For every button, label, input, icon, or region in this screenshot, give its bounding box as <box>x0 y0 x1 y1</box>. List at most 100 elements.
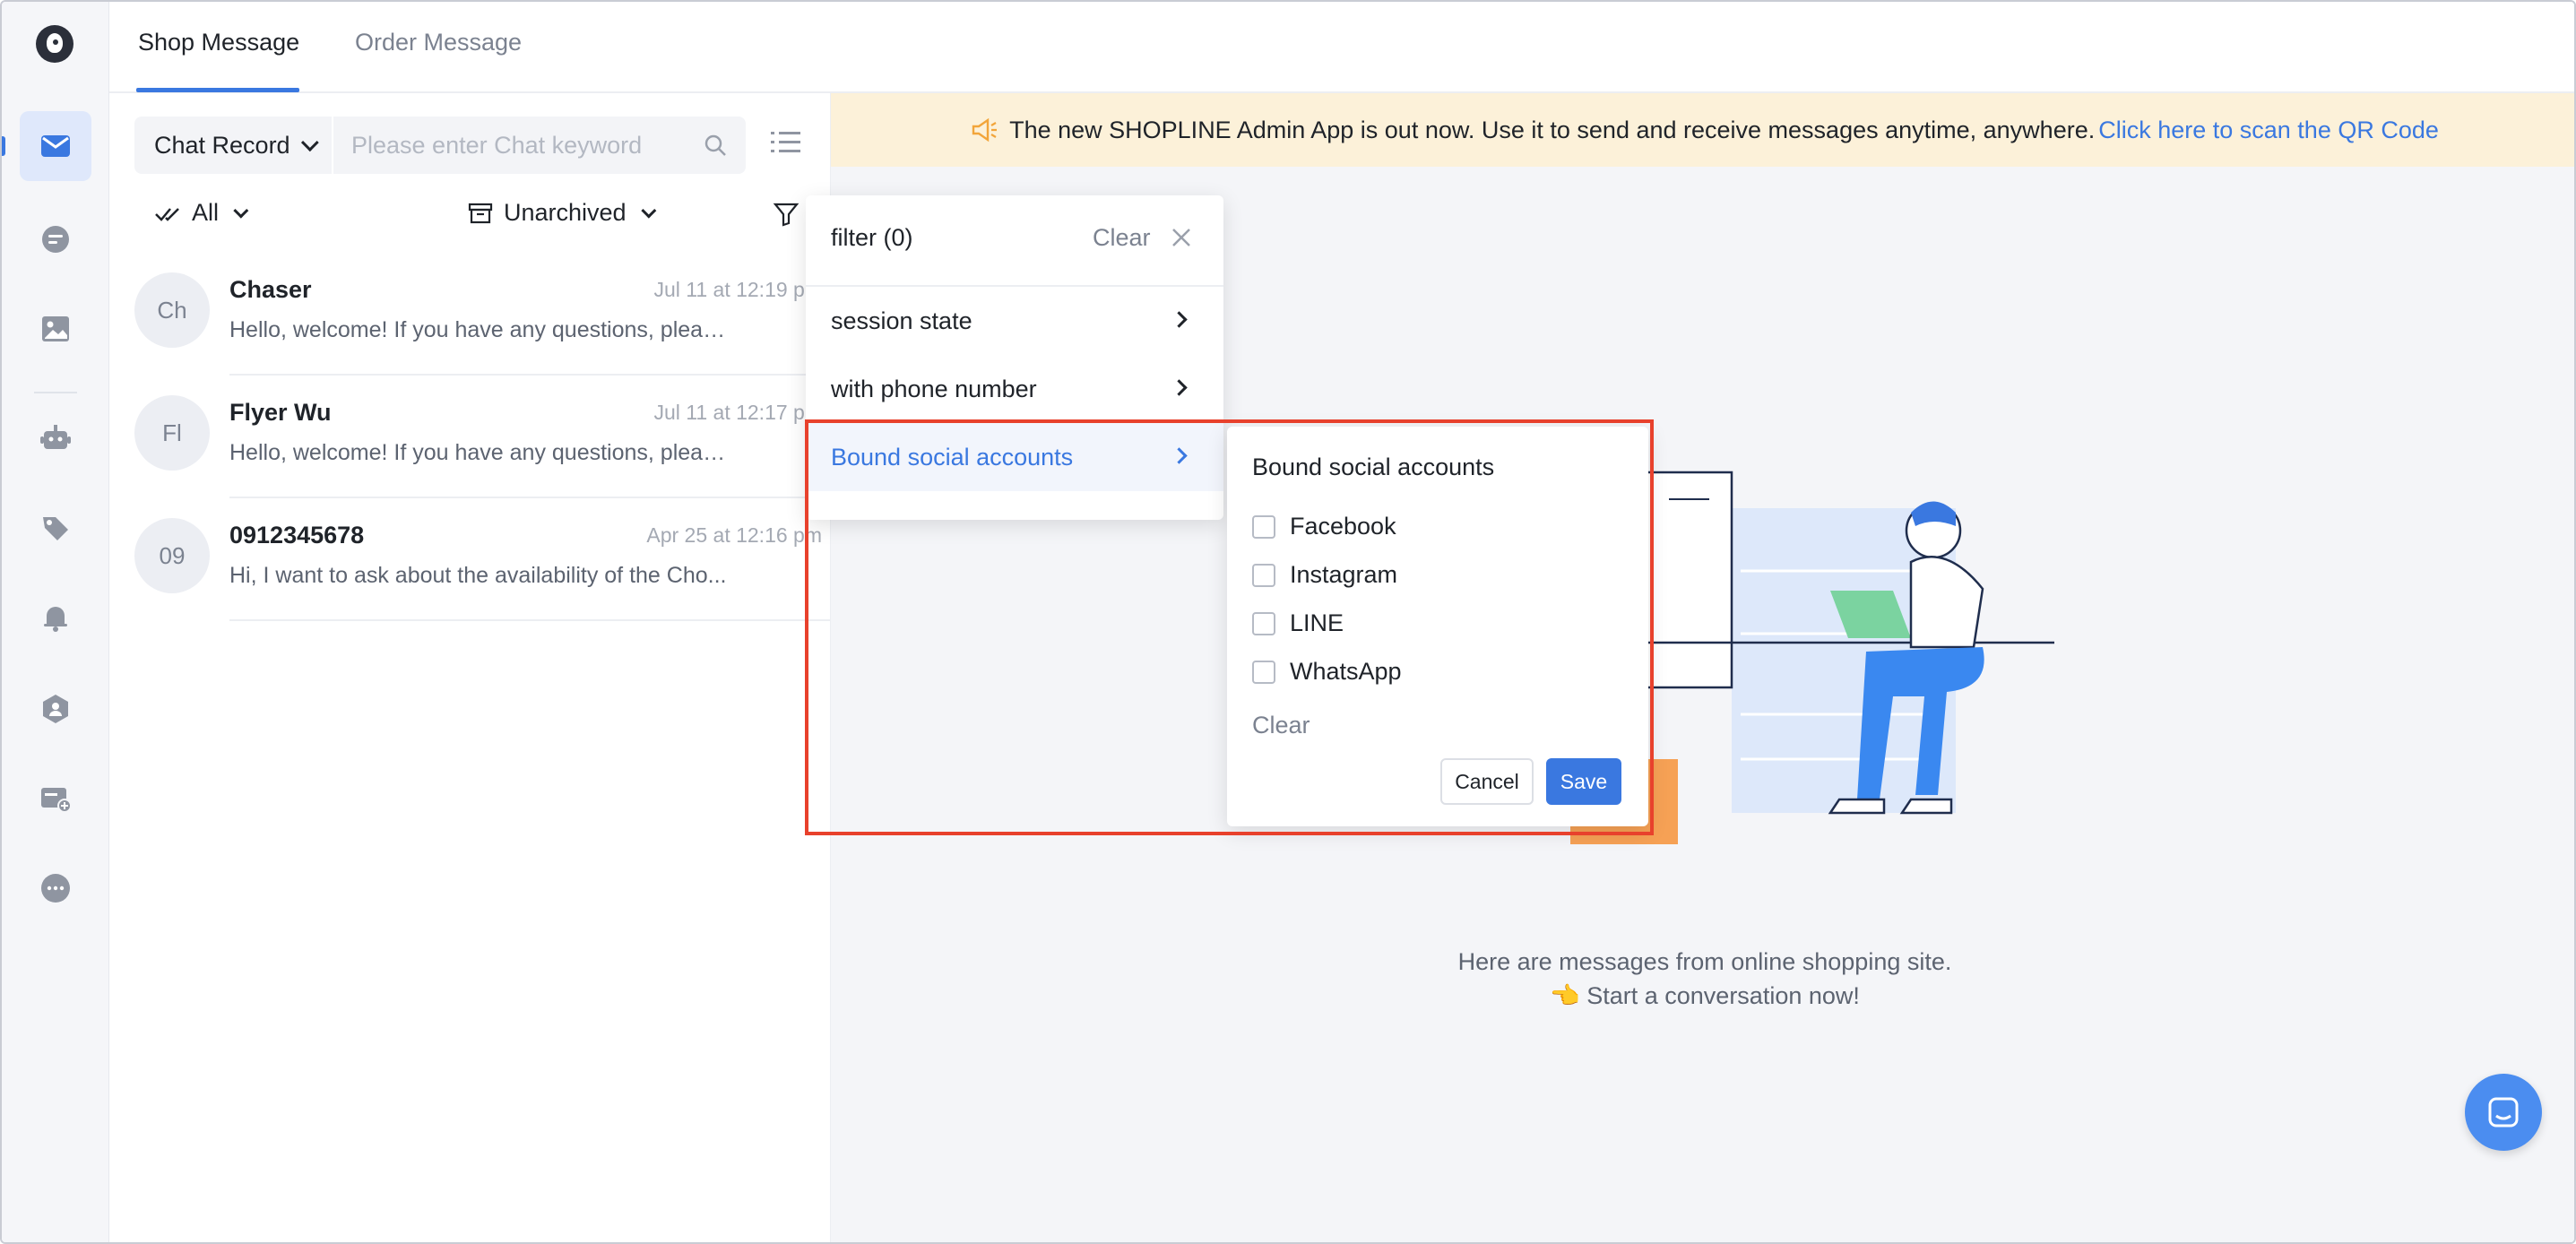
archive-state-select[interactable]: Unarchived <box>468 199 656 227</box>
chat-name: Flyer Wu <box>229 399 332 426</box>
chat-list-item[interactable]: 09 0912345678 Apr 25 at 12:16 pm Hi, I w… <box>109 498 831 621</box>
filter-item-phone-number[interactable]: with phone number <box>806 355 1223 423</box>
filter-item-session-state[interactable]: session state <box>806 287 1223 355</box>
banner-text: The new SHOPLINE Admin App is out now. U… <box>1009 116 2096 143</box>
more-icon <box>41 874 70 903</box>
chat-time: Apr 25 at 12:16 pm <box>646 523 822 547</box>
chat-bubble-icon <box>42 226 69 253</box>
message-tabs: Shop Message Order Message <box>109 2 2574 93</box>
social-clear-button[interactable]: Clear <box>1252 712 1310 739</box>
option-label: Instagram <box>1290 561 1398 588</box>
chevron-down-icon <box>300 134 319 152</box>
chat-window-icon <box>2488 1097 2519 1127</box>
sidebar <box>2 2 109 1242</box>
shield-user-icon <box>43 695 68 723</box>
checkbox[interactable] <box>1252 514 1275 539</box>
chevron-down-icon <box>640 203 656 219</box>
chat-name: 0912345678 <box>229 522 365 549</box>
cancel-button[interactable]: Cancel <box>1440 758 1534 805</box>
filter-item-bound-social-accounts[interactable]: Bound social accounts <box>806 423 1223 491</box>
search-scope-select[interactable]: Chat Record <box>134 117 333 174</box>
robot-icon <box>40 425 71 449</box>
app-announcement-banner: The new SHOPLINE Admin App is out now. U… <box>831 93 2574 167</box>
option-line[interactable]: LINE <box>1252 609 1344 637</box>
active-nav-marker <box>2 136 5 156</box>
save-button[interactable]: Save <box>1546 758 1621 805</box>
megaphone-icon <box>972 117 998 143</box>
chat-preview: Hello, welcome! If you have any question… <box>229 317 731 342</box>
sidebar-item-messages[interactable] <box>20 111 91 181</box>
sidebar-divider <box>34 392 77 393</box>
sidebar-item-notifications[interactable] <box>20 583 91 652</box>
sidebar-item-more[interactable] <box>20 853 91 923</box>
empty-state-line-2: 👈 Start a conversation now! <box>1550 982 1860 1009</box>
filter-clear-button[interactable]: Clear <box>1093 224 1151 252</box>
list-view-icon[interactable] <box>771 129 801 156</box>
active-tab-underline <box>136 88 299 92</box>
search-scope-label: Chat Record <box>154 131 290 159</box>
chat-preview: Hi, I want to ask about the availability… <box>229 563 727 588</box>
social-popup-title: Bound social accounts <box>1252 454 1495 480</box>
filter-popup-title: filter (0) <box>831 224 913 251</box>
search-input[interactable] <box>351 117 692 174</box>
chat-time: Jul 11 at 12:19 pm <box>653 278 822 301</box>
chat-name: Chaser <box>229 276 312 303</box>
filter-row: All Unarchived <box>134 192 807 237</box>
bell-icon <box>44 607 67 632</box>
inbox-icon <box>41 135 70 157</box>
filter-item-label: Bound social accounts <box>831 443 1074 471</box>
chat-list-item[interactable]: Fl Flyer Wu Jul 11 at 12:17 pm Hello, we… <box>109 376 831 498</box>
qr-code-link[interactable]: Click here to scan the QR Code <box>2098 117 2439 144</box>
read-state-label: All <box>192 199 220 226</box>
avatar: 09 <box>134 518 210 593</box>
option-facebook[interactable]: Facebook <box>1252 513 1396 540</box>
app-window: Shop Message Order Message Chat Record P… <box>0 0 2576 1244</box>
archive-icon <box>468 203 493 223</box>
social-accounts-popup: Bound social accounts Facebook Instagram… <box>1227 427 1648 826</box>
image-gallery-icon <box>42 316 69 341</box>
help-chat-button[interactable] <box>2465 1074 2542 1151</box>
empty-state-line-1: Here are messages from online shopping s… <box>1457 948 1952 975</box>
chevron-right-icon <box>1171 311 1188 328</box>
read-state-select[interactable]: All <box>154 199 249 227</box>
chevron-right-icon <box>1171 447 1188 464</box>
search-bar: Chat Record <box>134 117 746 174</box>
chat-list-item[interactable]: Ch Chaser Jul 11 at 12:19 pm Hello, welc… <box>109 253 831 376</box>
sidebar-item-customers[interactable] <box>20 674 91 744</box>
avatar: Fl <box>134 395 210 471</box>
tab-shop-message[interactable]: Shop Message <box>138 29 299 56</box>
double-check-icon <box>155 207 179 221</box>
checkbox[interactable] <box>1252 660 1275 684</box>
divider <box>229 619 831 621</box>
sidebar-item-tags[interactable] <box>20 493 91 563</box>
filter-item-label: session state <box>831 307 972 334</box>
chat-list-panel: Chat Record All <box>109 93 831 1242</box>
tag-icon <box>43 517 68 540</box>
empty-state-message: Here are messages from online shopping s… <box>1257 945 2153 1013</box>
chevron-right-icon <box>1171 379 1188 396</box>
search-icon[interactable] <box>703 133 728 158</box>
checkbox[interactable] <box>1252 611 1275 635</box>
sidebar-item-cards[interactable] <box>20 764 91 834</box>
filter-popup: filter (0) Clear session state with phon… <box>806 195 1223 520</box>
avatar: Ch <box>134 272 210 348</box>
filter-item-label: with phone number <box>831 375 1037 402</box>
archive-state-label: Unarchived <box>504 199 627 226</box>
card-add-icon <box>41 788 72 813</box>
option-instagram[interactable]: Instagram <box>1252 561 1397 589</box>
sidebar-item-media[interactable] <box>20 294 91 364</box>
option-label: LINE <box>1290 609 1344 636</box>
filter-icon[interactable] <box>773 201 800 228</box>
sidebar-item-chat[interactable] <box>20 204 91 274</box>
checkbox[interactable] <box>1252 563 1275 587</box>
tab-order-message[interactable]: Order Message <box>355 29 522 56</box>
option-label: WhatsApp <box>1290 658 1402 685</box>
option-label: Facebook <box>1290 513 1396 540</box>
option-whatsapp[interactable]: WhatsApp <box>1252 658 1402 686</box>
shopline-logo-icon <box>36 25 73 63</box>
sidebar-item-bot[interactable] <box>20 403 91 473</box>
chevron-down-icon <box>233 203 249 219</box>
close-icon[interactable] <box>1170 226 1193 249</box>
chat-time: Jul 11 at 12:17 pm <box>653 401 822 424</box>
chat-preview: Hello, welcome! If you have any question… <box>229 440 731 465</box>
